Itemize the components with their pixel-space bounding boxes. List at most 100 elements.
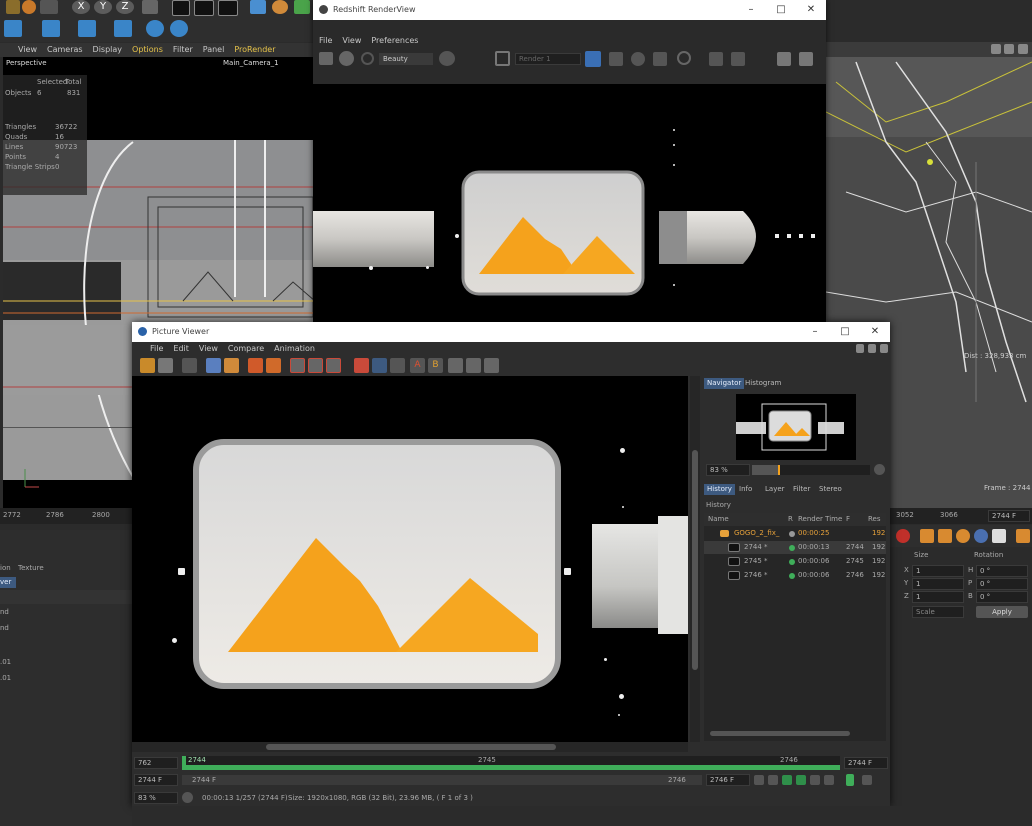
image-icon[interactable]	[777, 52, 791, 66]
remove-image-icon[interactable]	[248, 358, 263, 373]
render-history-select[interactable]: Render 1	[515, 53, 581, 65]
attr-highlight[interactable]: ver	[0, 577, 16, 588]
tab-navigator[interactable]: Navigator	[704, 378, 745, 389]
undo-icon[interactable]	[6, 0, 20, 14]
play-forward-icon[interactable]	[796, 775, 806, 785]
playhead[interactable]	[182, 756, 186, 770]
move-tool-icon[interactable]	[920, 529, 934, 543]
pv-menu-file[interactable]: File	[150, 344, 163, 353]
copy-icon[interactable]	[326, 358, 341, 373]
tab-filter[interactable]: Filter	[790, 484, 813, 495]
navigator-next-icon[interactable]	[874, 464, 885, 475]
mode-points-icon[interactable]	[4, 20, 22, 37]
render-settings-icon[interactable]	[218, 0, 238, 16]
open-icon[interactable]	[140, 358, 155, 373]
ab-set-icon[interactable]	[354, 358, 369, 373]
aov-select[interactable]: Beauty	[379, 53, 433, 65]
axis-z-button[interactable]: Z	[116, 0, 134, 14]
frame-ruler[interactable]: 2744 2745 2746	[182, 756, 840, 770]
pv-menu-animation[interactable]: Animation	[274, 344, 315, 353]
pv-hscroll-thumb[interactable]	[266, 744, 556, 750]
a-icon[interactable]: A	[410, 358, 425, 373]
tab-layer[interactable]: Layer	[762, 484, 788, 495]
render-view-icon[interactable]	[172, 0, 190, 16]
coord-size-x[interactable]: 1	[912, 565, 964, 577]
status-zoom-field[interactable]: 83 %	[134, 792, 178, 804]
cycle-icon[interactable]	[308, 358, 323, 373]
axis-x-button[interactable]: X	[72, 0, 90, 14]
right-timeline[interactable]: 3052 3066 2744 F	[890, 508, 1032, 524]
render-active-icon[interactable]	[206, 358, 221, 373]
scale-tool-icon[interactable]	[938, 529, 952, 543]
history-row-2746[interactable]: 2746 * 00:00:06 2746 192	[704, 569, 886, 582]
attr-tab-texture[interactable]: Texture	[18, 564, 44, 572]
menu-filter[interactable]: Filter	[173, 45, 193, 54]
zoom-view-icon[interactable]	[1004, 44, 1014, 54]
navigator-zoom-handle[interactable]	[778, 465, 780, 475]
subdivision-icon[interactable]	[294, 0, 310, 14]
pv-vertical-scrollbar[interactable]	[690, 376, 700, 742]
redshift-close-button[interactable]: ✕	[796, 0, 826, 20]
pv-horizontal-scrollbar[interactable]	[132, 742, 688, 752]
coord-rot-h[interactable]: 0 °	[976, 565, 1028, 577]
menu-view[interactable]: View	[18, 45, 37, 54]
remove-all-icon[interactable]	[266, 358, 281, 373]
dots-icon[interactable]	[653, 52, 667, 66]
tab-stereo[interactable]: Stereo	[816, 484, 845, 495]
history-row-2744[interactable]: 2744 * 00:00:13 2744 192	[704, 541, 886, 554]
b-icon[interactable]: B	[428, 358, 443, 373]
coord-size-z[interactable]: 1	[912, 591, 964, 603]
attr-tab-ion[interactable]: ion	[0, 564, 11, 572]
col-res[interactable]: Res	[868, 513, 881, 526]
redshift-render-canvas[interactable]	[313, 84, 826, 322]
rotate-tool-icon[interactable]	[956, 529, 970, 543]
current-frame-field[interactable]: 2744 F	[988, 510, 1030, 522]
crop-icon[interactable]	[495, 51, 510, 66]
pv-titlebar[interactable]: Picture Viewer – □ ✕	[132, 322, 890, 342]
compare-1-icon[interactable]	[448, 358, 463, 373]
range-slider[interactable]: 2744 F 2746	[182, 775, 702, 785]
col-frame[interactable]: F	[846, 513, 850, 526]
compare-3-icon[interactable]	[484, 358, 499, 373]
col-render-time[interactable]: Render Time	[798, 513, 842, 526]
target-icon[interactable]	[731, 52, 745, 66]
redshift-menu-view[interactable]: View	[342, 36, 361, 45]
pv-menu-view[interactable]: View	[199, 344, 218, 353]
pv-menu-edit[interactable]: Edit	[173, 344, 189, 353]
workplane-icon[interactable]	[170, 20, 188, 37]
snowflake-icon[interactable]	[631, 52, 645, 66]
menu-panel[interactable]: Panel	[203, 45, 225, 54]
grid-icon[interactable]	[609, 52, 623, 66]
pv-image-canvas[interactable]	[132, 376, 688, 742]
pin-icon[interactable]	[856, 344, 864, 353]
mode-edges-icon[interactable]	[42, 20, 60, 37]
mode-model-icon[interactable]	[114, 20, 132, 37]
col-r[interactable]: R	[788, 513, 793, 526]
play-icon[interactable]	[339, 51, 354, 66]
pv-menu-compare[interactable]: Compare	[228, 344, 264, 353]
loop-icon[interactable]	[846, 774, 854, 786]
menu-prorender[interactable]: ProRender	[234, 45, 275, 54]
mode-polygons-icon[interactable]	[78, 20, 96, 37]
redshift-titlebar[interactable]: Redshift RenderView – □ ✕	[313, 0, 826, 20]
navigator-zoom-field[interactable]: 83 %	[706, 464, 750, 476]
redshift-maximize-button[interactable]: □	[766, 0, 796, 20]
layout-icon[interactable]	[1016, 529, 1030, 543]
tab-info[interactable]: Info	[736, 484, 755, 495]
step-back-icon[interactable]	[768, 775, 778, 785]
pen-icon[interactable]	[272, 0, 288, 14]
navigator-preview[interactable]	[736, 394, 856, 460]
go-end-icon[interactable]	[824, 775, 834, 785]
circle-icon[interactable]	[677, 51, 691, 65]
save-icon[interactable]	[158, 358, 173, 373]
left-timeline-ruler[interactable]: 2772 2786 2800	[0, 508, 132, 524]
stop-render-icon[interactable]	[182, 358, 197, 373]
refresh-icon[interactable]	[361, 52, 374, 65]
menu-options[interactable]: Options	[132, 45, 163, 54]
col-name[interactable]: Name	[708, 513, 729, 526]
expand-icon[interactable]	[880, 344, 888, 353]
rgb-icon[interactable]	[439, 51, 455, 66]
coord-size-y[interactable]: 1	[912, 578, 964, 590]
compare-2-icon[interactable]	[466, 358, 481, 373]
coord-mode-select[interactable]: Scale	[912, 606, 964, 618]
